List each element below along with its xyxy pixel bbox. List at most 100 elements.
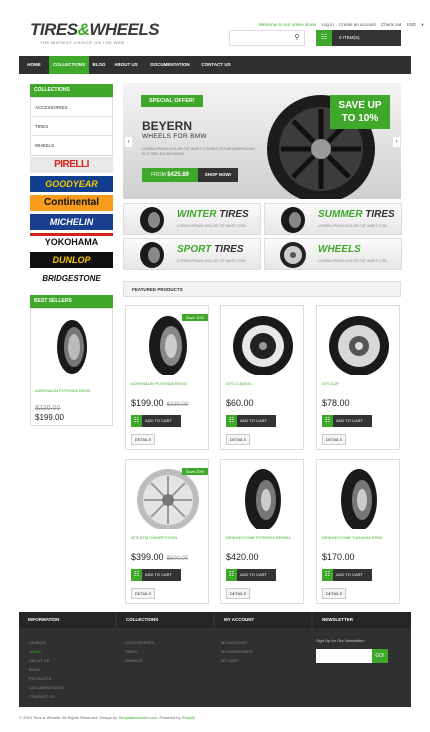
slider-prev-icon[interactable]: ‹ <box>125 137 132 147</box>
footer-link-about-us[interactable]: ABOUT US <box>29 658 49 663</box>
cart-icon: ☷ <box>131 569 142 581</box>
details-button[interactable]: DETAILS <box>226 434 250 445</box>
add-to-cart-button[interactable]: ☷ ADD TO CART <box>226 415 276 427</box>
cart-count: 0 ITEM(S) <box>339 35 360 40</box>
tile-sport-title: SPORT TIRES <box>177 244 244 255</box>
best-seller-card: ADRENALIN POTENZA RE001 $220.00 $199.00 <box>30 308 113 426</box>
nav-blog[interactable]: BLOG <box>89 56 109 74</box>
footer-link-home[interactable]: HOME <box>29 649 41 654</box>
search-icon[interactable]: ⚲ <box>290 31 304 45</box>
save-badge: SAVE UP TO 10% <box>330 95 390 129</box>
nav-documentation[interactable]: DOCUMENTATION <box>143 56 197 74</box>
details-button[interactable]: DETAILS <box>131 588 155 599</box>
product-name[interactable]: ATS CLASSIC <box>226 381 252 386</box>
brand-continental[interactable]: Continental <box>30 195 113 211</box>
logo-word-wheels: WHEELS <box>89 20 160 39</box>
footer-link-my-account[interactable]: MY ACCOUNT <box>221 640 248 645</box>
best-seller-name[interactable]: ADRENALIN POTENZA RE001 <box>35 388 91 393</box>
slider-next-icon[interactable]: › <box>393 137 400 147</box>
product-name[interactable]: ATS CUP <box>322 381 339 386</box>
product-card: Save 10% ADRENALIN POTENZA RE001 $199.00… <box>125 305 209 450</box>
login-link[interactable]: Log in <box>321 22 333 27</box>
tile-winter-tires[interactable]: WINTER TIRES LOREM IPSUM DOLOR SIT AMET … <box>123 203 261 235</box>
newsletter-go-button[interactable]: GO! <box>372 649 388 663</box>
add-to-cart-button[interactable]: ☷ ADD TO CART <box>322 415 372 427</box>
product-name[interactable]: BRIDGESTONE TURANZA ER30 <box>322 535 382 540</box>
brand-dunlop[interactable]: DUNLOP <box>30 252 113 268</box>
create-account-link[interactable]: Create an account <box>339 22 376 27</box>
details-button[interactable]: DETAILS <box>322 588 346 599</box>
tile-wheels[interactable]: WHEELS LOREM IPSUM DOLOR SIT AMET CON <box>264 238 402 270</box>
footer-link-products[interactable]: PRODUCTS <box>29 676 51 681</box>
add-to-cart-button[interactable]: ☷ ADD TO CART <box>131 415 181 427</box>
details-button[interactable]: DETAILS <box>226 588 250 599</box>
footer-link-wheels[interactable]: WHEELS <box>125 658 142 663</box>
brand-goodyear[interactable]: GOODYEAR <box>30 176 113 192</box>
product-card: Save 20% ATS DTM COMPETITION $399.00 $500… <box>125 459 209 604</box>
best-seller-old-price: $220.00 <box>35 405 61 412</box>
product-price: $199.00 $220.00 <box>131 398 189 408</box>
product-name[interactable]: BRIDGESTONE POTENZA RE050A <box>226 535 291 540</box>
best-seller-tire-image[interactable] <box>45 317 99 377</box>
newsletter-email-field[interactable] <box>316 649 372 663</box>
brand-michelin[interactable]: MICHELIN <box>30 214 113 230</box>
brand-pirelli[interactable]: PIRELLI <box>30 157 113 173</box>
logo-word-tires: TIRES <box>30 20 78 39</box>
tile-winter-sub: LOREM IPSUM DOLOR SIT AMET CON <box>177 224 246 228</box>
checkout-link[interactable]: Check out <box>381 22 401 27</box>
add-to-cart-button[interactable]: ☷ ADD TO CART <box>131 569 181 581</box>
product-name[interactable]: ADRENALIN POTENZA RE001 <box>131 381 187 386</box>
slider-price-prefix: FROM <box>151 172 166 178</box>
nav-contact-us[interactable]: CONTACT US <box>197 56 235 74</box>
details-button[interactable]: DETAILS <box>322 434 346 445</box>
tile-summer-tires[interactable]: SUMMER TIRES LOREM IPSUM DOLOR SIT AMET … <box>264 203 402 235</box>
product-wheel-image[interactable] <box>317 310 401 375</box>
tile-sport-tires[interactable]: SPORT TIRES LOREM IPSUM DOLOR SIT AMET C… <box>123 238 261 270</box>
footer-link-my-cart[interactable]: MY CART <box>221 658 239 663</box>
brand-yokohama[interactable]: YOKOHAMA <box>30 233 113 249</box>
brand-bridgestone[interactable]: BRIDGESTONE <box>30 271 113 287</box>
tile-winter-title: WINTER TIRES <box>177 209 249 220</box>
special-offer-badge: SPECIAL OFFER! <box>141 95 203 107</box>
product-wheel-image[interactable] <box>221 310 305 375</box>
sidebar-item-accessories[interactable]: ACCESSORIES <box>31 98 112 117</box>
footer-link-contact-us[interactable]: CONTACT US <box>29 694 55 699</box>
cart-icon: ☷ <box>322 569 333 581</box>
best-sellers-heading: BEST SELLERS <box>30 295 113 308</box>
add-to-cart-button[interactable]: ☷ ADD TO CART <box>322 569 372 581</box>
cart-button[interactable]: ☷ 0 ITEM(S) <box>316 30 401 46</box>
footer-account-heading: MY ACCOUNT <box>215 612 311 628</box>
save-line-2: TO 10% <box>341 113 379 124</box>
product-old-price: $220.00 <box>166 402 189 408</box>
footer-link-blog[interactable]: BLOG <box>29 667 40 672</box>
shop-now-button[interactable]: SHOP NOW! <box>198 168 238 182</box>
footer-link-documentation[interactable]: DOCUMENTATION <box>29 685 64 690</box>
templatemonster-link[interactable]: TemplateMonster.com <box>118 715 157 720</box>
product-tire-image[interactable] <box>317 464 401 529</box>
nav-home[interactable]: HOME <box>19 56 49 74</box>
sidebar-item-wheels[interactable]: WHEELS <box>31 136 112 155</box>
shopify-link[interactable]: Shopify <box>182 715 195 720</box>
slider-text: LOREM IPSUM DOLOR SIT AMET CONSECTETUR A… <box>142 147 256 156</box>
footer-link-search[interactable]: SEARCH <box>29 640 46 645</box>
details-button[interactable]: DETAILS <box>131 434 155 445</box>
footer-link-my-addresses[interactable]: MY ADDRESSES <box>221 649 253 654</box>
sidebar-item-tires[interactable]: TIRES <box>31 117 112 136</box>
nav-collections[interactable]: COLLECTIONS <box>49 56 89 74</box>
footer-link-tires[interactable]: TIRES <box>125 649 137 654</box>
tile-wheels-sub: LOREM IPSUM DOLOR SIT AMET CON <box>318 259 387 263</box>
product-price: $78.00 <box>322 398 350 408</box>
tile-summer-title: SUMMER TIRES <box>318 209 395 220</box>
currency-select[interactable]: USD ▾ <box>407 22 428 27</box>
nav-about-us[interactable]: ABOUT US <box>109 56 143 74</box>
main-nav: HOME COLLECTIONS BLOG ABOUT US DOCUMENTA… <box>19 56 411 74</box>
product-tire-image[interactable] <box>221 464 305 529</box>
product-price: $170.00 <box>322 552 355 562</box>
add-to-cart-button[interactable]: ☷ ADD TO CART <box>226 569 276 581</box>
product-name[interactable]: ATS DTM COMPETITION <box>131 535 177 540</box>
product-old-price: $500.00 <box>166 556 189 562</box>
store-logo[interactable]: TIRES&WHEELS <box>30 20 160 40</box>
cart-icon: ☷ <box>131 415 142 427</box>
footer-link-accessories[interactable]: ACCESSORIES <box>125 640 154 645</box>
product-card: BRIDGESTONE POTENZA RE050A $420.00 ☷ ADD … <box>220 459 304 604</box>
